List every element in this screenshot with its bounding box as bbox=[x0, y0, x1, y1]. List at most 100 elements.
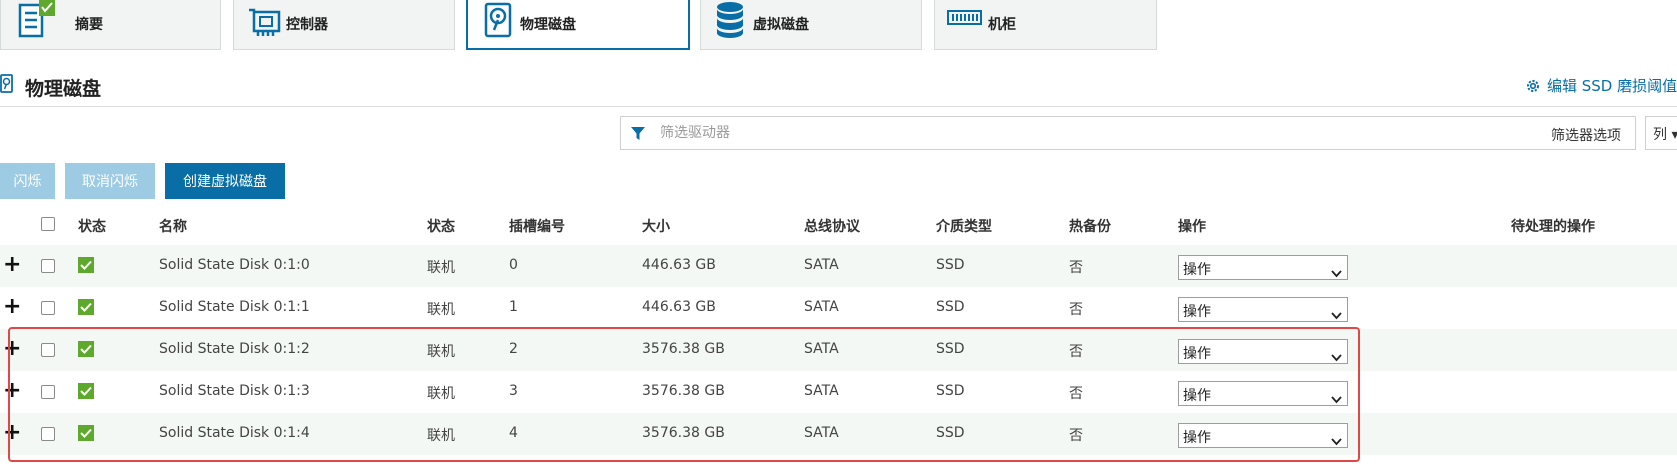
blink-button[interactable]: 闪烁 bbox=[0, 163, 55, 199]
table-row: + Solid State Disk 0:1:1 联机 1 446.63 GB … bbox=[0, 287, 1677, 329]
action-dropdown-value: 操作 bbox=[1183, 346, 1211, 362]
tab-enclosure-label: 机柜 bbox=[988, 17, 1016, 33]
expand-row-icon[interactable]: + bbox=[3, 422, 21, 444]
tab-virtual-disk-label: 虚拟磁盘 bbox=[753, 17, 809, 33]
disk-hot-spare: 否 bbox=[1069, 344, 1083, 360]
disk-size: 3576.38 GB bbox=[642, 341, 725, 357]
status-ok-icon bbox=[78, 425, 94, 441]
action-dropdown-value: 操作 bbox=[1183, 262, 1211, 278]
disk-name: Solid State Disk 0:1:2 bbox=[159, 341, 310, 357]
column-header-status[interactable]: 状态 bbox=[78, 216, 106, 236]
controller-icon bbox=[246, 0, 286, 44]
tab-enclosure[interactable]: 机柜 bbox=[934, 0, 1157, 50]
row-checkbox[interactable] bbox=[41, 301, 55, 315]
column-header-pending-operations[interactable]: 待处理的操作 bbox=[1511, 216, 1595, 236]
edit-ssd-wear-threshold-label: 编辑 SSD 磨损阈值 bbox=[1547, 77, 1677, 95]
disk-bus-protocol: SATA bbox=[804, 257, 839, 273]
filter-bar: 筛选器选项 bbox=[620, 116, 1636, 150]
create-virtual-disk-button[interactable]: 创建虚拟磁盘 bbox=[165, 163, 285, 199]
select-all-checkbox[interactable] bbox=[41, 217, 55, 231]
action-dropdown-value: 操作 bbox=[1183, 388, 1211, 404]
disk-name: Solid State Disk 0:1:3 bbox=[159, 383, 310, 399]
column-header-slot[interactable]: 插槽编号 bbox=[509, 216, 565, 236]
table-row: + Solid State Disk 0:1:3 联机 3 3576.38 GB… bbox=[0, 371, 1677, 413]
table-header: 状态 名称 状态 插槽编号 大小 总线协议 介质类型 热备份 操作 待处理的操作 bbox=[0, 206, 1677, 242]
status-ok-icon bbox=[78, 383, 94, 399]
disk-bus-protocol: SATA bbox=[804, 383, 839, 399]
edit-ssd-wear-threshold-link[interactable]: 编辑 SSD 磨损阈值 bbox=[1525, 75, 1677, 96]
tab-summary[interactable]: 摘要 bbox=[0, 0, 221, 50]
column-header-media-type[interactable]: 介质类型 bbox=[936, 216, 992, 236]
disk-slot: 3 bbox=[509, 383, 518, 399]
row-checkbox[interactable] bbox=[41, 343, 55, 357]
page-title: 物理磁盘 bbox=[25, 78, 102, 100]
disk-name: Solid State Disk 0:1:4 bbox=[159, 425, 310, 441]
column-header-hot-spare[interactable]: 热备份 bbox=[1069, 216, 1111, 236]
tab-virtual-disk[interactable]: 虚拟磁盘 bbox=[700, 0, 922, 50]
column-header-action: 操作 bbox=[1178, 219, 1206, 235]
expand-row-icon[interactable]: + bbox=[3, 380, 21, 402]
nav-tabs: 摘要 控制器 物理磁盘 虚拟磁盘 机柜 bbox=[0, 0, 1677, 52]
disk-bus-protocol: SATA bbox=[804, 341, 839, 357]
tab-summary-label: 摘要 bbox=[75, 17, 103, 33]
action-dropdown[interactable]: 操作 bbox=[1178, 255, 1348, 280]
disk-media-type: SSD bbox=[936, 425, 965, 441]
disk-name: Solid State Disk 0:1:0 bbox=[159, 257, 310, 273]
disk-media-type: SSD bbox=[936, 341, 965, 357]
filter-icon bbox=[630, 126, 646, 146]
column-header-name[interactable]: 名称 bbox=[159, 216, 187, 236]
disk-slot: 0 bbox=[509, 257, 518, 273]
unblink-button[interactable]: 取消闪烁 bbox=[65, 163, 155, 199]
action-dropdown[interactable]: 操作 bbox=[1178, 381, 1348, 406]
column-header-bus-protocol[interactable]: 总线协议 bbox=[804, 216, 860, 236]
table-row: + Solid State Disk 0:1:4 联机 4 3576.38 GB… bbox=[0, 413, 1677, 455]
chevron-down-icon bbox=[1331, 305, 1342, 324]
disk-name: Solid State Disk 0:1:1 bbox=[159, 299, 310, 315]
status-ok-icon bbox=[78, 257, 94, 273]
column-header-state[interactable]: 状态 bbox=[427, 216, 455, 236]
disk-media-type: SSD bbox=[936, 257, 965, 273]
disk-media-type: SSD bbox=[936, 383, 965, 399]
disk-hot-spare: 否 bbox=[1069, 302, 1083, 318]
chevron-down-icon bbox=[1331, 263, 1342, 282]
chevron-down-icon bbox=[1331, 389, 1342, 408]
summary-icon bbox=[15, 0, 59, 44]
disk-state: 联机 bbox=[427, 428, 455, 444]
gear-icon bbox=[1527, 79, 1539, 92]
columns-dropdown[interactable]: 列 ▾ bbox=[1645, 116, 1677, 150]
disk-state: 联机 bbox=[427, 344, 455, 360]
tab-physical-disk-label: 物理磁盘 bbox=[520, 17, 576, 33]
disk-slot: 4 bbox=[509, 425, 518, 441]
expand-row-icon[interactable]: + bbox=[3, 338, 21, 360]
disk-hot-spare: 否 bbox=[1069, 386, 1083, 402]
physical-disk-icon bbox=[484, 0, 516, 44]
disk-state: 联机 bbox=[427, 302, 455, 318]
tab-physical-disk[interactable]: 物理磁盘 bbox=[466, 0, 690, 50]
status-ok-icon bbox=[78, 299, 94, 315]
filter-options-link[interactable]: 筛选器选项 bbox=[1551, 125, 1621, 145]
disk-slot: 2 bbox=[509, 341, 518, 357]
chevron-down-icon bbox=[1331, 431, 1342, 450]
disk-slot: 1 bbox=[509, 299, 518, 315]
section-header: 物理磁盘 编辑 SSD 磨损阈值 bbox=[0, 70, 1677, 107]
disk-size: 3576.38 GB bbox=[642, 425, 725, 441]
disk-state: 联机 bbox=[427, 260, 455, 276]
action-dropdown[interactable]: 操作 bbox=[1178, 423, 1348, 448]
expand-row-icon[interactable]: + bbox=[3, 296, 21, 318]
row-checkbox[interactable] bbox=[41, 427, 55, 441]
action-dropdown[interactable]: 操作 bbox=[1178, 297, 1348, 322]
expand-row-icon[interactable]: + bbox=[3, 254, 21, 276]
row-checkbox[interactable] bbox=[41, 385, 55, 399]
disk-hot-spare: 否 bbox=[1069, 428, 1083, 444]
filter-drives-input[interactable] bbox=[660, 123, 1480, 143]
column-header-size[interactable]: 大小 bbox=[642, 216, 670, 236]
tab-controller[interactable]: 控制器 bbox=[233, 0, 455, 50]
database-icon bbox=[715, 0, 749, 44]
action-dropdown[interactable]: 操作 bbox=[1178, 339, 1348, 364]
status-ok-icon bbox=[78, 341, 94, 357]
action-dropdown-value: 操作 bbox=[1183, 430, 1211, 446]
chevron-down-icon bbox=[1331, 347, 1342, 366]
row-checkbox[interactable] bbox=[41, 259, 55, 273]
table-row: + Solid State Disk 0:1:0 联机 0 446.63 GB … bbox=[0, 245, 1677, 287]
disk-size: 446.63 GB bbox=[642, 299, 716, 315]
